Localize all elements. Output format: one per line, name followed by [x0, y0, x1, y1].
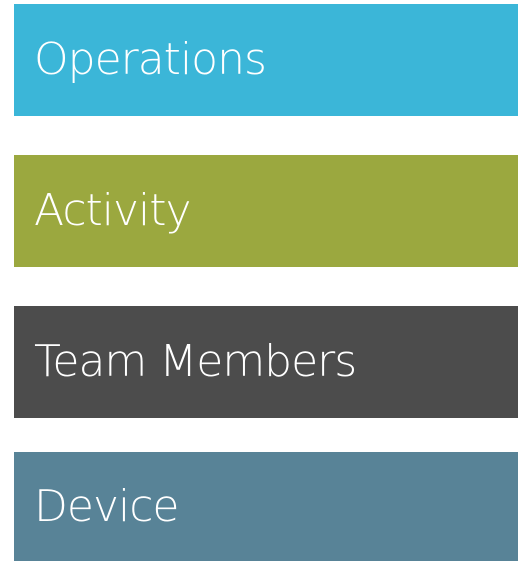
device-tile[interactable]: Device	[14, 452, 518, 561]
device-tile-label: Device	[34, 480, 179, 532]
operations-tile[interactable]: Operations	[14, 4, 518, 116]
activity-tile-label: Activity	[34, 185, 192, 236]
activity-tile[interactable]: Activity	[14, 155, 518, 267]
operations-tile-label: Operations	[34, 34, 267, 85]
menu-tile-list: Operations Activity Team Members Device	[0, 0, 518, 561]
team-members-tile-label: Team Members	[34, 336, 357, 387]
team-members-tile[interactable]: Team Members	[14, 306, 518, 418]
